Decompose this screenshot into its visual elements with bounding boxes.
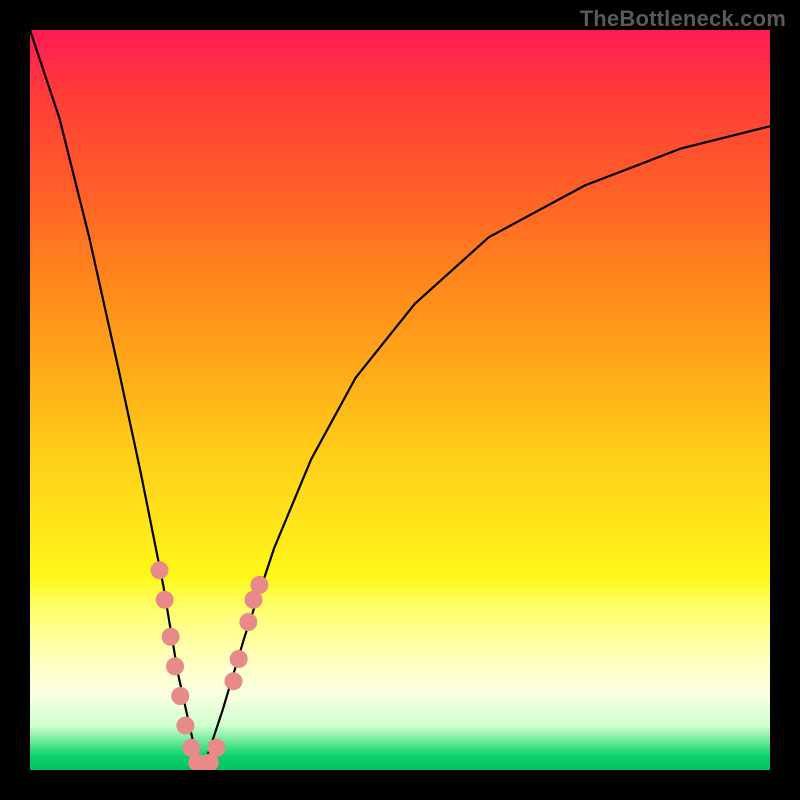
data-marker xyxy=(230,650,248,668)
marker-group xyxy=(151,561,269,770)
data-marker xyxy=(176,717,194,735)
watermark-text: TheBottleneck.com xyxy=(580,6,786,32)
data-marker xyxy=(207,739,225,757)
data-marker xyxy=(171,687,189,705)
data-marker xyxy=(162,628,180,646)
plot-area xyxy=(30,30,770,770)
data-marker xyxy=(250,576,268,594)
data-marker xyxy=(225,672,243,690)
data-marker xyxy=(156,591,174,609)
data-marker xyxy=(166,657,184,675)
chart-container: TheBottleneck.com xyxy=(0,0,800,800)
bottleneck-curve xyxy=(30,30,770,770)
data-marker xyxy=(239,613,257,631)
curve-layer xyxy=(30,30,770,770)
data-marker xyxy=(151,561,169,579)
